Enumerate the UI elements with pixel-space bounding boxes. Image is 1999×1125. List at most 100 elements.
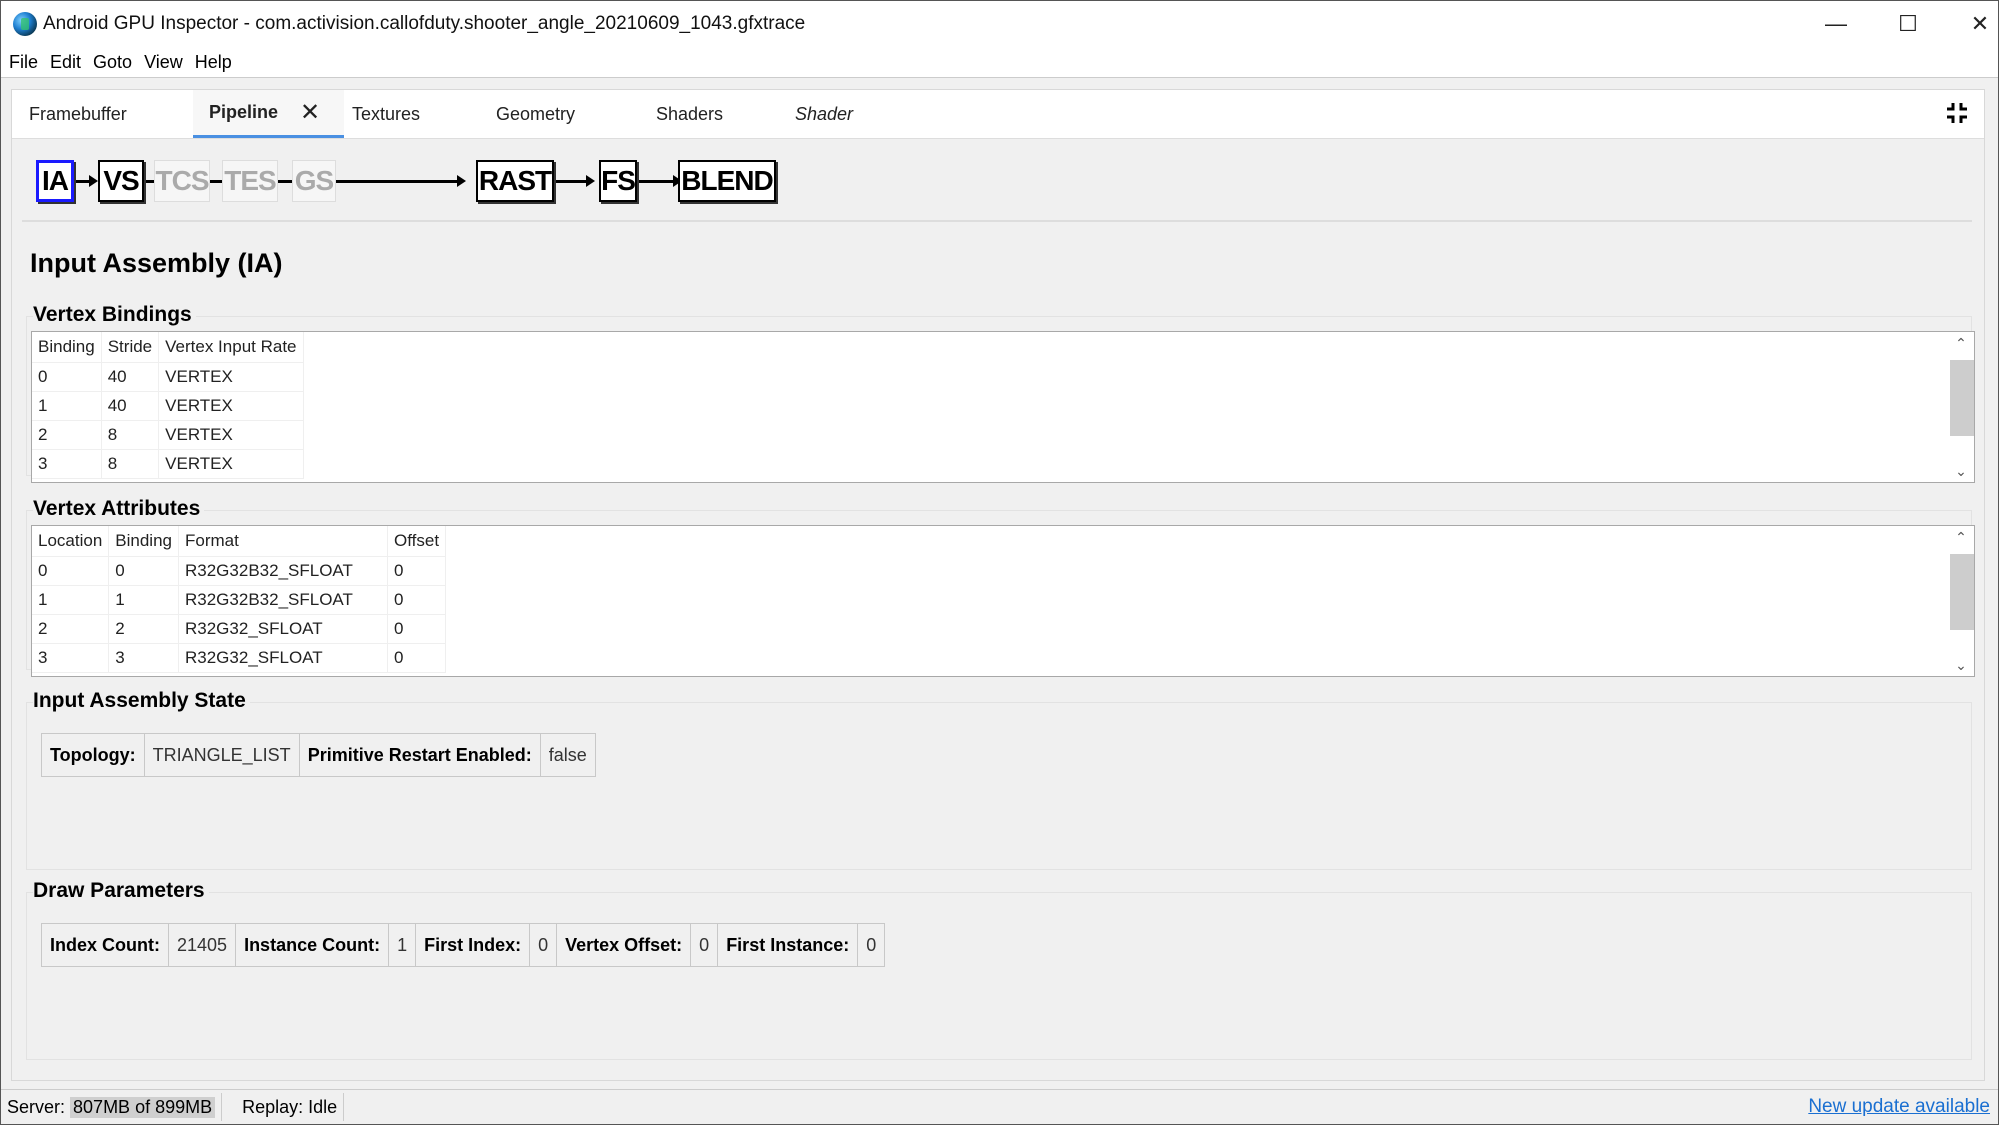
- divider: [22, 220, 1972, 222]
- pipeline-stage-diagram: IA VS TCS TES GS RAST FS BLEND: [26, 160, 826, 210]
- cell: 0: [108, 556, 179, 586]
- cell: 0: [32, 362, 102, 392]
- primitive-restart-value: false: [548, 744, 587, 765]
- server-memory-value: 807MB of 899MB: [70, 1096, 216, 1118]
- window-title: Android GPU Inspector - com.activision.c…: [43, 13, 806, 34]
- input-assembly-state-title: Input Assembly State: [33, 689, 250, 713]
- instance-count-label: Instance Count:: [236, 924, 390, 966]
- table-row[interactable]: 1 40 VERTEX: [32, 391, 304, 421]
- table-header-row: Location Binding Format Offset: [32, 526, 447, 557]
- vertex-attributes-title: Vertex Attributes: [33, 497, 205, 521]
- vertex-attributes-group: Vertex Attributes Location Binding Forma…: [26, 497, 1975, 677]
- column-header[interactable]: Format: [178, 526, 388, 557]
- cell: VERTEX: [158, 362, 304, 392]
- table-row[interactable]: 0 40 VERTEX: [32, 362, 304, 392]
- cell: 8: [101, 449, 160, 479]
- tab-label: Shader: [795, 103, 854, 124]
- page-title: Input Assembly (IA): [30, 248, 283, 278]
- app-logo-icon: [13, 12, 37, 36]
- arrow-head-icon: [586, 175, 595, 187]
- tab-framebuffer[interactable]: Framebuffer: [29, 90, 127, 138]
- scroll-down-icon[interactable]: ⌄: [1948, 654, 1974, 676]
- stage-arrow: [634, 180, 678, 183]
- column-header[interactable]: Offset: [387, 526, 447, 557]
- scroll-up-icon[interactable]: ⌃: [1948, 332, 1974, 354]
- topology-label: Topology:: [42, 734, 145, 776]
- stage-arrow: [551, 180, 591, 183]
- scroll-down-icon[interactable]: ⌄: [1948, 460, 1974, 482]
- stage-tes: TES: [222, 160, 278, 202]
- input-assembly-state-group: Input Assembly State Topology: TRIANGLE_…: [26, 689, 1972, 870]
- menu-edit[interactable]: Edit: [46, 52, 85, 73]
- cell: 2: [108, 614, 179, 644]
- menu-bar: File Edit Goto View Help: [1, 47, 1998, 78]
- scroll-thumb[interactable]: [1950, 554, 1974, 630]
- cell: 3: [32, 449, 102, 479]
- tab-shaders[interactable]: Shaders: [656, 90, 723, 138]
- table-header-row: Binding Stride Vertex Input Rate: [32, 332, 304, 363]
- cell: VERTEX: [158, 449, 304, 479]
- collapse-view-icon[interactable]: [1946, 102, 1968, 124]
- instance-count-value: 1: [389, 924, 417, 966]
- table-row[interactable]: 2 2 R32G32_SFLOAT 0: [32, 614, 447, 644]
- vertical-scrollbar[interactable]: ⌃ ⌄: [1948, 526, 1974, 676]
- stage-ia[interactable]: IA: [36, 160, 74, 202]
- pipeline-pane: Framebuffer Pipeline ✕ Textures Geometry…: [11, 89, 1985, 1081]
- input-assembly-state-values: Topology: TRIANGLE_LIST Primitive Restar…: [41, 733, 596, 777]
- cell: 40: [101, 391, 160, 421]
- vertical-scrollbar[interactable]: ⌃ ⌄: [1948, 332, 1974, 482]
- cell: 0: [387, 556, 447, 586]
- arrow-head-icon: [457, 175, 466, 187]
- tab-shader[interactable]: Shader: [795, 90, 853, 138]
- stage-blend[interactable]: BLEND: [678, 160, 776, 202]
- menu-goto[interactable]: Goto: [89, 52, 136, 73]
- stage-vs[interactable]: VS: [98, 160, 144, 202]
- vertex-attributes-table: Location Binding Format Offset 0 0 R32G32B…: [31, 525, 1975, 677]
- menu-file[interactable]: File: [5, 52, 42, 73]
- minimize-button[interactable]: —: [1800, 1, 1872, 47]
- scroll-up-icon[interactable]: ⌃: [1948, 526, 1974, 548]
- draw-parameters-values: Index Count: 21405 Instance Count: 1 Fir…: [41, 923, 886, 967]
- vertex-bindings-group: Vertex Bindings Binding Stride Vertex In…: [26, 303, 1975, 483]
- table-row[interactable]: 3 3 R32G32_SFLOAT 0: [32, 643, 447, 673]
- table-row[interactable]: 1 1 R32G32B32_SFLOAT 0: [32, 585, 447, 615]
- draw-parameters-title: Draw Parameters: [33, 879, 209, 903]
- table-row[interactable]: 3 8 VERTEX: [32, 449, 304, 479]
- stage-tcs: TCS: [154, 160, 210, 202]
- title-bar: Android GPU Inspector - com.activision.c…: [1, 1, 1998, 47]
- cell: 0: [387, 643, 447, 673]
- stage-fs[interactable]: FS: [599, 160, 637, 202]
- table-row[interactable]: 2 8 VERTEX: [32, 420, 304, 450]
- new-update-link[interactable]: New update available: [1808, 1096, 1990, 1118]
- tab-pipeline[interactable]: Pipeline ✕: [193, 90, 344, 138]
- cell: 1: [32, 585, 110, 615]
- column-header[interactable]: Vertex Input Rate: [158, 332, 304, 363]
- tab-bar: Framebuffer Pipeline ✕ Textures Geometry…: [12, 90, 1984, 139]
- menu-view[interactable]: View: [140, 52, 187, 73]
- stage-rast[interactable]: RAST: [476, 160, 554, 202]
- tab-textures[interactable]: Textures: [352, 90, 420, 138]
- menu-help[interactable]: Help: [191, 52, 236, 73]
- column-header[interactable]: Binding: [32, 332, 102, 363]
- vertex-bindings-title: Vertex Bindings: [33, 303, 196, 327]
- table-row[interactable]: 0 0 R32G32B32_SFLOAT 0: [32, 556, 447, 586]
- cell: R32G32_SFLOAT: [178, 643, 388, 673]
- close-tab-icon[interactable]: ✕: [300, 98, 320, 127]
- cell: 40: [101, 362, 160, 392]
- tab-geometry[interactable]: Geometry: [496, 90, 575, 138]
- scroll-thumb[interactable]: [1950, 360, 1974, 436]
- maximize-button[interactable]: ☐: [1872, 1, 1944, 47]
- column-header[interactable]: Binding: [108, 526, 179, 557]
- primitive-restart-label: Primitive Restart Enabled:: [300, 734, 541, 776]
- app-window: Android GPU Inspector - com.activision.c…: [0, 0, 1999, 1125]
- tab-label: Framebuffer: [29, 103, 127, 124]
- cell: 2: [32, 420, 102, 450]
- cell: R32G32B32_SFLOAT: [178, 585, 388, 615]
- column-header[interactable]: Location: [32, 526, 110, 557]
- close-button[interactable]: ✕: [1944, 1, 1999, 47]
- column-header[interactable]: Stride: [101, 332, 160, 363]
- cell: R32G32B32_SFLOAT: [178, 556, 388, 586]
- first-index-value: 0: [530, 924, 558, 966]
- tab-label: Textures: [352, 103, 421, 124]
- first-instance-label: First Instance:: [718, 924, 859, 966]
